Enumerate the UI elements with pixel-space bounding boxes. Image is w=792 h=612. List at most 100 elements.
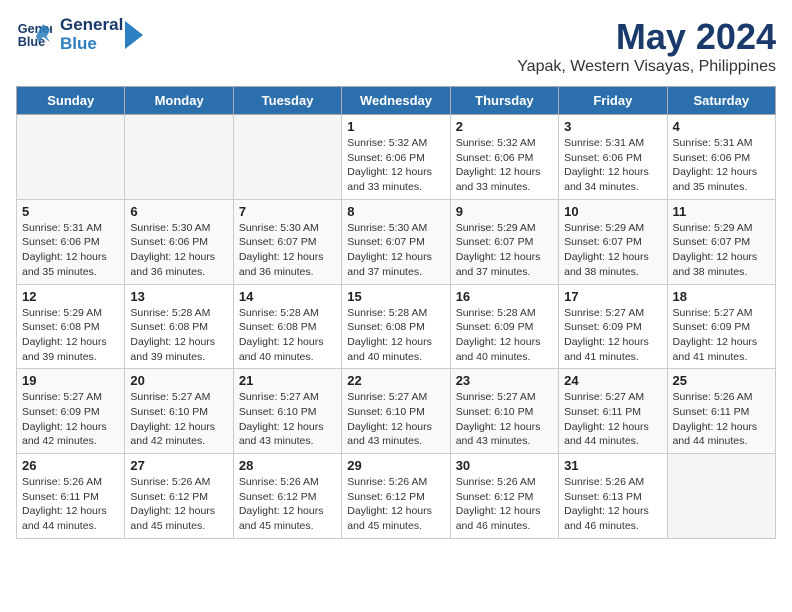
- day-number: 31: [564, 458, 661, 473]
- day-number: 29: [347, 458, 444, 473]
- day-info: Sunrise: 5:28 AMSunset: 6:08 PMDaylight:…: [130, 306, 227, 365]
- calendar-day-cell: 1 Sunrise: 5:32 AMSunset: 6:06 PMDayligh…: [342, 115, 450, 200]
- calendar-day-cell: 18 Sunrise: 5:27 AMSunset: 6:09 PMDaylig…: [667, 284, 775, 369]
- day-info: Sunrise: 5:27 AMSunset: 6:11 PMDaylight:…: [564, 390, 661, 449]
- day-info: Sunrise: 5:27 AMSunset: 6:10 PMDaylight:…: [239, 390, 336, 449]
- title-section: May 2024 Yapak, Western Visayas, Philipp…: [517, 16, 776, 76]
- day-info: Sunrise: 5:30 AMSunset: 6:07 PMDaylight:…: [239, 221, 336, 280]
- logo: General Blue General Blue: [16, 16, 143, 53]
- weekday-header: Sunday: [17, 87, 125, 115]
- day-number: 18: [673, 289, 770, 304]
- day-info: Sunrise: 5:28 AMSunset: 6:08 PMDaylight:…: [347, 306, 444, 365]
- calendar-day-cell: 11 Sunrise: 5:29 AMSunset: 6:07 PMDaylig…: [667, 199, 775, 284]
- calendar-day-cell: 20 Sunrise: 5:27 AMSunset: 6:10 PMDaylig…: [125, 369, 233, 454]
- calendar-day-cell: 27 Sunrise: 5:26 AMSunset: 6:12 PMDaylig…: [125, 454, 233, 539]
- day-number: 7: [239, 204, 336, 219]
- calendar-day-cell: [17, 115, 125, 200]
- day-info: Sunrise: 5:32 AMSunset: 6:06 PMDaylight:…: [456, 136, 553, 195]
- calendar-day-cell: 16 Sunrise: 5:28 AMSunset: 6:09 PMDaylig…: [450, 284, 558, 369]
- day-number: 20: [130, 373, 227, 388]
- day-info: Sunrise: 5:26 AMSunset: 6:11 PMDaylight:…: [673, 390, 770, 449]
- day-info: Sunrise: 5:26 AMSunset: 6:12 PMDaylight:…: [239, 475, 336, 534]
- day-info: Sunrise: 5:26 AMSunset: 6:12 PMDaylight:…: [130, 475, 227, 534]
- day-number: 23: [456, 373, 553, 388]
- location: Yapak, Western Visayas, Philippines: [517, 58, 776, 76]
- weekday-header: Tuesday: [233, 87, 341, 115]
- calendar-body: 1 Sunrise: 5:32 AMSunset: 6:06 PMDayligh…: [17, 115, 776, 539]
- weekday-header: Wednesday: [342, 87, 450, 115]
- day-number: 17: [564, 289, 661, 304]
- day-number: 2: [456, 119, 553, 134]
- day-info: Sunrise: 5:27 AMSunset: 6:09 PMDaylight:…: [673, 306, 770, 365]
- day-number: 19: [22, 373, 119, 388]
- calendar-day-cell: 24 Sunrise: 5:27 AMSunset: 6:11 PMDaylig…: [559, 369, 667, 454]
- day-number: 25: [673, 373, 770, 388]
- day-info: Sunrise: 5:27 AMSunset: 6:09 PMDaylight:…: [22, 390, 119, 449]
- day-number: 4: [673, 119, 770, 134]
- calendar-day-cell: 31 Sunrise: 5:26 AMSunset: 6:13 PMDaylig…: [559, 454, 667, 539]
- calendar-day-cell: [667, 454, 775, 539]
- calendar-day-cell: 29 Sunrise: 5:26 AMSunset: 6:12 PMDaylig…: [342, 454, 450, 539]
- month-title: May 2024: [517, 16, 776, 58]
- calendar-day-cell: 26 Sunrise: 5:26 AMSunset: 6:11 PMDaylig…: [17, 454, 125, 539]
- page-header: General Blue General Blue May 2024 Yapak…: [16, 16, 776, 76]
- weekday-header: Monday: [125, 87, 233, 115]
- day-info: Sunrise: 5:26 AMSunset: 6:13 PMDaylight:…: [564, 475, 661, 534]
- day-info: Sunrise: 5:30 AMSunset: 6:07 PMDaylight:…: [347, 221, 444, 280]
- calendar-day-cell: [233, 115, 341, 200]
- calendar-day-cell: 25 Sunrise: 5:26 AMSunset: 6:11 PMDaylig…: [667, 369, 775, 454]
- day-info: Sunrise: 5:27 AMSunset: 6:10 PMDaylight:…: [456, 390, 553, 449]
- day-number: 12: [22, 289, 119, 304]
- day-info: Sunrise: 5:31 AMSunset: 6:06 PMDaylight:…: [564, 136, 661, 195]
- day-number: 1: [347, 119, 444, 134]
- day-info: Sunrise: 5:27 AMSunset: 6:10 PMDaylight:…: [347, 390, 444, 449]
- calendar-day-cell: 30 Sunrise: 5:26 AMSunset: 6:12 PMDaylig…: [450, 454, 558, 539]
- day-number: 21: [239, 373, 336, 388]
- calendar-table: SundayMondayTuesdayWednesdayThursdayFrid…: [16, 86, 776, 539]
- day-info: Sunrise: 5:31 AMSunset: 6:06 PMDaylight:…: [22, 221, 119, 280]
- day-number: 28: [239, 458, 336, 473]
- calendar-day-cell: 23 Sunrise: 5:27 AMSunset: 6:10 PMDaylig…: [450, 369, 558, 454]
- calendar-day-cell: 9 Sunrise: 5:29 AMSunset: 6:07 PMDayligh…: [450, 199, 558, 284]
- day-number: 11: [673, 204, 770, 219]
- calendar-day-cell: 14 Sunrise: 5:28 AMSunset: 6:08 PMDaylig…: [233, 284, 341, 369]
- day-info: Sunrise: 5:31 AMSunset: 6:06 PMDaylight:…: [673, 136, 770, 195]
- day-info: Sunrise: 5:26 AMSunset: 6:12 PMDaylight:…: [456, 475, 553, 534]
- calendar-day-cell: 2 Sunrise: 5:32 AMSunset: 6:06 PMDayligh…: [450, 115, 558, 200]
- day-info: Sunrise: 5:32 AMSunset: 6:06 PMDaylight:…: [347, 136, 444, 195]
- calendar-day-cell: 4 Sunrise: 5:31 AMSunset: 6:06 PMDayligh…: [667, 115, 775, 200]
- calendar-day-cell: 8 Sunrise: 5:30 AMSunset: 6:07 PMDayligh…: [342, 199, 450, 284]
- weekday-header: Thursday: [450, 87, 558, 115]
- day-info: Sunrise: 5:29 AMSunset: 6:08 PMDaylight:…: [22, 306, 119, 365]
- day-info: Sunrise: 5:29 AMSunset: 6:07 PMDaylight:…: [456, 221, 553, 280]
- day-number: 8: [347, 204, 444, 219]
- day-number: 16: [456, 289, 553, 304]
- calendar-day-cell: 19 Sunrise: 5:27 AMSunset: 6:09 PMDaylig…: [17, 369, 125, 454]
- day-number: 15: [347, 289, 444, 304]
- calendar-day-cell: 6 Sunrise: 5:30 AMSunset: 6:06 PMDayligh…: [125, 199, 233, 284]
- day-number: 6: [130, 204, 227, 219]
- calendar-day-cell: 21 Sunrise: 5:27 AMSunset: 6:10 PMDaylig…: [233, 369, 341, 454]
- day-number: 26: [22, 458, 119, 473]
- day-number: 3: [564, 119, 661, 134]
- calendar-week-row: 26 Sunrise: 5:26 AMSunset: 6:11 PMDaylig…: [17, 454, 776, 539]
- day-info: Sunrise: 5:26 AMSunset: 6:11 PMDaylight:…: [22, 475, 119, 534]
- calendar-day-cell: 17 Sunrise: 5:27 AMSunset: 6:09 PMDaylig…: [559, 284, 667, 369]
- day-info: Sunrise: 5:27 AMSunset: 6:09 PMDaylight:…: [564, 306, 661, 365]
- day-number: 5: [22, 204, 119, 219]
- logo-line1: General: [60, 16, 123, 35]
- weekday-header: Friday: [559, 87, 667, 115]
- logo-triangle-icon: [125, 21, 143, 49]
- day-info: Sunrise: 5:27 AMSunset: 6:10 PMDaylight:…: [130, 390, 227, 449]
- calendar-day-cell: 5 Sunrise: 5:31 AMSunset: 6:06 PMDayligh…: [17, 199, 125, 284]
- logo-line2: Blue: [60, 35, 123, 54]
- calendar-day-cell: 13 Sunrise: 5:28 AMSunset: 6:08 PMDaylig…: [125, 284, 233, 369]
- calendar-day-cell: 12 Sunrise: 5:29 AMSunset: 6:08 PMDaylig…: [17, 284, 125, 369]
- day-number: 14: [239, 289, 336, 304]
- calendar-week-row: 1 Sunrise: 5:32 AMSunset: 6:06 PMDayligh…: [17, 115, 776, 200]
- day-number: 27: [130, 458, 227, 473]
- calendar-week-row: 19 Sunrise: 5:27 AMSunset: 6:09 PMDaylig…: [17, 369, 776, 454]
- calendar-day-cell: 7 Sunrise: 5:30 AMSunset: 6:07 PMDayligh…: [233, 199, 341, 284]
- calendar-day-cell: 3 Sunrise: 5:31 AMSunset: 6:06 PMDayligh…: [559, 115, 667, 200]
- day-info: Sunrise: 5:30 AMSunset: 6:06 PMDaylight:…: [130, 221, 227, 280]
